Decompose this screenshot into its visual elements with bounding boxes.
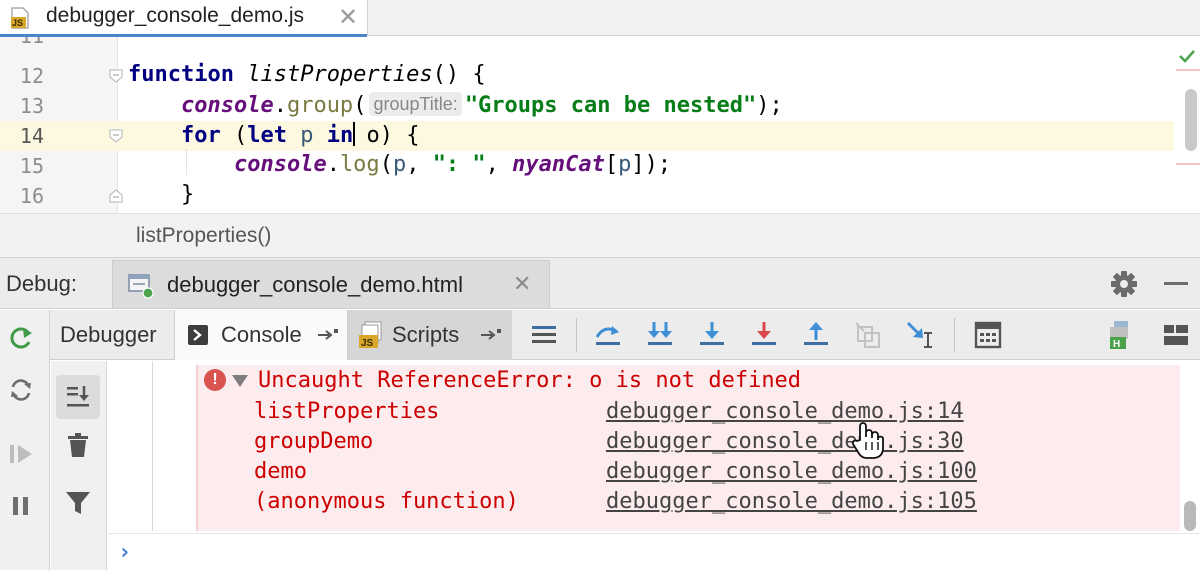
resume-icon[interactable] bbox=[7, 440, 35, 468]
line-number: 12 bbox=[19, 64, 44, 88]
stack-frame-link[interactable]: debugger_console_demo.js:14 bbox=[606, 399, 964, 424]
expand-triangle-icon[interactable] bbox=[232, 375, 248, 387]
stack-frame-row: groupDemo debugger_console_demo.js:30 bbox=[254, 427, 1174, 457]
step-over-icon[interactable] bbox=[644, 319, 676, 351]
toolbar-separator bbox=[954, 318, 955, 352]
pause-icon[interactable] bbox=[7, 492, 35, 520]
indent-guide bbox=[186, 149, 187, 175]
code-text: function listProperties() { bbox=[128, 62, 486, 87]
pin-tab-icon[interactable] bbox=[317, 328, 339, 342]
debug-session-label: debugger_console_demo.html bbox=[167, 272, 463, 297]
code-editor[interactable]: 11 12 function listProperties() { 13 con… bbox=[0, 37, 1200, 213]
stack-frame-link[interactable]: debugger_console_demo.js:105 bbox=[606, 489, 977, 514]
tab-scripts[interactable]: JS Scripts bbox=[348, 310, 512, 360]
code-line-16: 16 } bbox=[0, 181, 1174, 211]
error-message: Uncaught ReferenceError: o is not define… bbox=[258, 368, 802, 393]
line-number: 11 bbox=[0, 37, 44, 48]
minimize-icon[interactable] bbox=[1164, 282, 1188, 285]
fold-end-marker-icon[interactable] bbox=[109, 189, 123, 203]
line-number: 14 bbox=[19, 124, 44, 148]
svg-text:JS: JS bbox=[12, 18, 23, 28]
console-output[interactable]: ! Uncaught ReferenceError: o is not defi… bbox=[108, 361, 1200, 570]
scroll-to-end-icon bbox=[67, 386, 89, 407]
gear-icon[interactable] bbox=[1110, 270, 1138, 298]
debug-title: Debug: bbox=[6, 271, 77, 296]
editor-scrollbar[interactable] bbox=[1185, 89, 1197, 151]
code-line-14: 14 for (let p in o) { bbox=[0, 121, 1174, 151]
code-line-12: 12 function listProperties() { bbox=[0, 61, 1174, 91]
step-into-icon[interactable] bbox=[696, 319, 728, 351]
layout-settings-icon[interactable] bbox=[1160, 319, 1192, 351]
console-input[interactable]: › bbox=[108, 533, 1200, 570]
step-out-icon[interactable] bbox=[800, 319, 832, 351]
drop-frame-icon[interactable] bbox=[852, 319, 884, 351]
svg-text:JS: JS bbox=[361, 338, 374, 349]
js-file-icon: JS bbox=[11, 7, 29, 29]
console-scrollbar[interactable] bbox=[1184, 501, 1196, 531]
stack-frame-row: demo debugger_console_demo.js:100 bbox=[254, 457, 1174, 487]
code-text: } bbox=[180, 182, 195, 207]
trash-icon[interactable] bbox=[64, 431, 92, 459]
close-icon[interactable]: ✕ bbox=[338, 3, 358, 32]
pin-tab-icon[interactable] bbox=[480, 328, 502, 342]
show-execution-point-icon[interactable] bbox=[592, 319, 624, 351]
stack-frame-function: listProperties bbox=[254, 399, 440, 424]
close-icon[interactable]: ✕ bbox=[513, 271, 531, 297]
heap-snapshot-icon[interactable]: H bbox=[1106, 319, 1138, 351]
debug-subtab-toolbar: Debugger Console JS Scripts H bbox=[50, 310, 1200, 360]
code-line-11: 11 bbox=[0, 37, 1174, 51]
prompt-chevron-icon: › bbox=[118, 540, 132, 565]
code-text: for (let p in o) { bbox=[180, 122, 420, 148]
frames-menu-icon[interactable] bbox=[528, 319, 560, 351]
code-text: console.group(groupTitle: "Groups can be … bbox=[180, 92, 783, 118]
editor-tab-bar: JS debugger_console_demo.js ✕ bbox=[0, 0, 1200, 37]
console-group-indent bbox=[152, 361, 153, 531]
uncaught-error-entry[interactable]: ! Uncaught ReferenceError: o is not defi… bbox=[196, 365, 1180, 531]
refresh-icon[interactable] bbox=[7, 376, 35, 404]
line-number: 13 bbox=[19, 94, 44, 118]
code-line-13: 13 console.group(groupTitle: "Groups can … bbox=[0, 91, 1174, 121]
breadcrumb[interactable]: listProperties() bbox=[136, 224, 271, 248]
scroll-to-end-button[interactable] bbox=[56, 375, 100, 419]
checkmark-icon[interactable] bbox=[1178, 49, 1196, 63]
filter-icon[interactable] bbox=[64, 489, 92, 517]
js-scripts-icon: JS bbox=[359, 321, 382, 349]
force-step-into-icon[interactable] bbox=[748, 319, 780, 351]
code-text: console.log(p, ": ", nyanCat[p]); bbox=[233, 152, 672, 177]
error-stripe-marker[interactable] bbox=[1176, 69, 1200, 71]
toolbar-separator bbox=[576, 318, 577, 352]
tab-console[interactable]: Console bbox=[174, 310, 348, 360]
run-to-cursor-icon[interactable] bbox=[904, 319, 936, 351]
editor-tab-label: debugger_console_demo.js bbox=[46, 4, 305, 27]
fold-marker-icon[interactable] bbox=[109, 69, 123, 83]
code-line-15: 15 console.log(p, ": ", nyanCat[p]); bbox=[0, 151, 1174, 181]
hand-cursor-icon bbox=[851, 422, 884, 459]
parameter-hint: groupTitle: bbox=[369, 92, 462, 116]
stack-frame-link[interactable]: debugger_console_demo.js:100 bbox=[606, 459, 977, 484]
stack-frame-function: (anonymous function) bbox=[254, 489, 519, 514]
stack-frame-function: demo bbox=[254, 459, 307, 484]
debug-tool-window-header: Debug: debugger_console_demo.html ✕ bbox=[0, 257, 1200, 309]
stack-frame-row: listProperties debugger_console_demo.js:… bbox=[254, 397, 1174, 427]
stack-frame-row: (anonymous function) debugger_console_de… bbox=[254, 487, 1174, 517]
stack-frame-link[interactable]: debugger_console_demo.js:30 bbox=[606, 429, 964, 454]
error-stripe-marker[interactable] bbox=[1176, 163, 1200, 165]
evaluate-expression-icon[interactable] bbox=[972, 319, 1004, 351]
html-debug-config-icon bbox=[128, 274, 154, 299]
console-icon bbox=[188, 325, 208, 345]
error-icon: ! bbox=[204, 369, 226, 391]
rerun-icon[interactable] bbox=[7, 324, 35, 352]
tab-debugger[interactable]: Debugger bbox=[50, 310, 174, 360]
line-number: 16 bbox=[19, 184, 44, 208]
fold-marker-icon[interactable] bbox=[109, 129, 123, 143]
console-side-toolbar bbox=[51, 361, 107, 570]
editor-tab-debugger-console-demo-js[interactable]: JS debugger_console_demo.js ✕ bbox=[0, 0, 368, 37]
debug-session-tab[interactable]: debugger_console_demo.html ✕ bbox=[112, 260, 550, 308]
svg-text:H: H bbox=[1113, 339, 1120, 350]
breadcrumb-bar: listProperties() bbox=[0, 213, 1200, 257]
line-number: 15 bbox=[19, 154, 44, 178]
debug-left-toolbar bbox=[0, 310, 50, 570]
stack-frame-function: groupDemo bbox=[254, 429, 374, 454]
